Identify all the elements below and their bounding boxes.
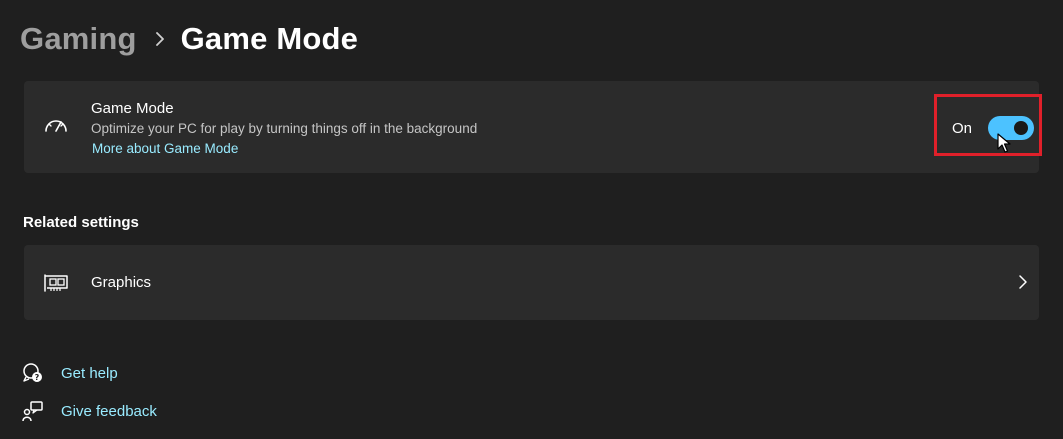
- breadcrumb: Gaming Game Mode: [20, 16, 358, 62]
- settings-page: Gaming Game Mode Game Mode Optimize your…: [0, 0, 1063, 439]
- get-help-link[interactable]: ? Get help: [22, 362, 118, 384]
- chevron-right-icon: [155, 32, 165, 46]
- game-mode-card: Game Mode Optimize your PC for play by t…: [24, 81, 1042, 173]
- graphics-label: Graphics: [91, 274, 152, 291]
- toggle-knob: [1014, 121, 1028, 135]
- mouse-cursor-icon: [997, 133, 1011, 153]
- svg-text:?: ?: [35, 373, 40, 382]
- related-settings-heading: Related settings: [23, 214, 139, 231]
- graphics-settings-item[interactable]: Graphics: [24, 245, 1039, 320]
- speedometer-icon: [42, 111, 70, 139]
- get-help-label[interactable]: Get help: [61, 365, 118, 382]
- game-mode-toggle[interactable]: [988, 116, 1034, 140]
- feedback-icon: [22, 400, 44, 422]
- game-mode-description: Optimize your PC for play by turning thi…: [91, 121, 478, 136]
- graphics-card-icon: [42, 271, 70, 295]
- more-about-game-mode-link[interactable]: More about Game Mode: [92, 141, 238, 156]
- give-feedback-link[interactable]: Give feedback: [22, 400, 157, 422]
- game-mode-title: Game Mode: [91, 100, 174, 117]
- toggle-state-label: On: [952, 120, 973, 137]
- breadcrumb-parent-gaming[interactable]: Gaming: [20, 21, 137, 57]
- page-title: Game Mode: [180, 21, 359, 56]
- help-chat-icon: ?: [22, 362, 44, 384]
- chevron-right-icon: [1015, 274, 1031, 290]
- give-feedback-label[interactable]: Give feedback: [61, 403, 157, 420]
